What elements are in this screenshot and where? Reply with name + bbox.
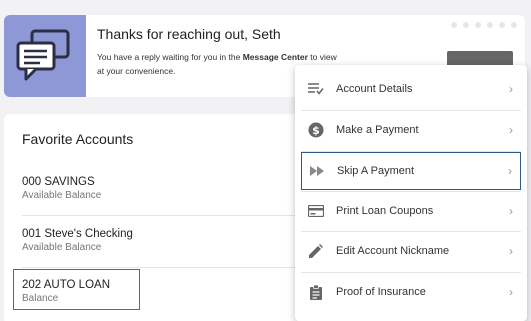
account-balance-label: Balance — [22, 293, 59, 304]
menu-item-edit-account-nickname[interactable]: Edit Account Nickname › — [301, 233, 521, 269]
message-center-link[interactable]: Message Center — [243, 52, 308, 62]
favorite-accounts-card: Favorite Accounts 000 SAVINGS Available … — [4, 114, 314, 321]
menu-item-proof-of-insurance[interactable]: Proof of Insurance › — [301, 274, 521, 310]
menu-item-label: Make a Payment — [336, 124, 419, 136]
account-row[interactable]: 001 Steve's Checking Available Balance — [22, 228, 312, 253]
dollar-circle-icon: $ — [301, 122, 331, 138]
divider — [301, 272, 521, 273]
chat-bubbles-icon — [16, 29, 70, 81]
list-check-icon — [301, 83, 331, 95]
account-balance-label: Available Balance — [22, 242, 102, 253]
menu-item-print-loan-coupons[interactable]: Print Loan Coupons › — [301, 193, 521, 229]
divider — [22, 215, 312, 216]
account-name: 000 SAVINGS — [22, 176, 95, 188]
divider — [301, 191, 521, 192]
menu-item-label: Print Loan Coupons — [336, 205, 434, 217]
account-row[interactable]: 000 SAVINGS Available Balance — [22, 176, 312, 201]
account-name: 001 Steve's Checking — [22, 228, 133, 240]
chevron-right-icon: › — [508, 164, 512, 178]
account-row[interactable]: 202 AUTO LOAN Balance — [22, 279, 312, 304]
chevron-right-icon: › — [509, 123, 513, 137]
chevron-right-icon: › — [509, 285, 513, 299]
svg-text:$: $ — [312, 124, 320, 137]
divider — [301, 110, 521, 111]
carousel-dot[interactable] — [463, 22, 469, 28]
account-name: 202 AUTO LOAN — [22, 279, 110, 291]
card-icon — [301, 205, 331, 217]
divider — [22, 267, 312, 268]
carousel-dots[interactable] — [451, 22, 517, 28]
carousel-dot[interactable] — [511, 22, 517, 28]
chevron-right-icon: › — [509, 244, 513, 258]
divider — [301, 231, 521, 232]
banner-icon-box — [4, 15, 86, 97]
banner-title: Thanks for reaching out, Seth — [97, 26, 281, 42]
clipboard-icon — [301, 284, 331, 300]
chevron-right-icon: › — [509, 204, 513, 218]
menu-item-make-a-payment[interactable]: $ Make a Payment › — [301, 112, 521, 148]
favorite-accounts-title: Favorite Accounts — [22, 131, 134, 147]
account-balance-label: Available Balance — [22, 190, 102, 201]
menu-item-label: Proof of Insurance — [336, 286, 426, 298]
menu-item-account-details[interactable]: Account Details › — [301, 71, 521, 107]
carousel-dot[interactable] — [499, 22, 505, 28]
fast-forward-icon — [302, 166, 332, 176]
menu-item-label: Skip A Payment — [337, 165, 415, 177]
carousel-dot[interactable] — [487, 22, 493, 28]
carousel-dot[interactable] — [451, 22, 457, 28]
menu-item-label: Account Details — [336, 83, 413, 95]
account-actions-menu: Account Details › $ Make a Payment › Ski… — [295, 65, 527, 321]
menu-item-skip-a-payment[interactable]: Skip A Payment › — [301, 152, 521, 190]
menu-item-label: Edit Account Nickname — [336, 245, 450, 257]
pencil-icon — [301, 244, 331, 258]
carousel-dot[interactable] — [475, 22, 481, 28]
chevron-right-icon: › — [509, 82, 513, 96]
